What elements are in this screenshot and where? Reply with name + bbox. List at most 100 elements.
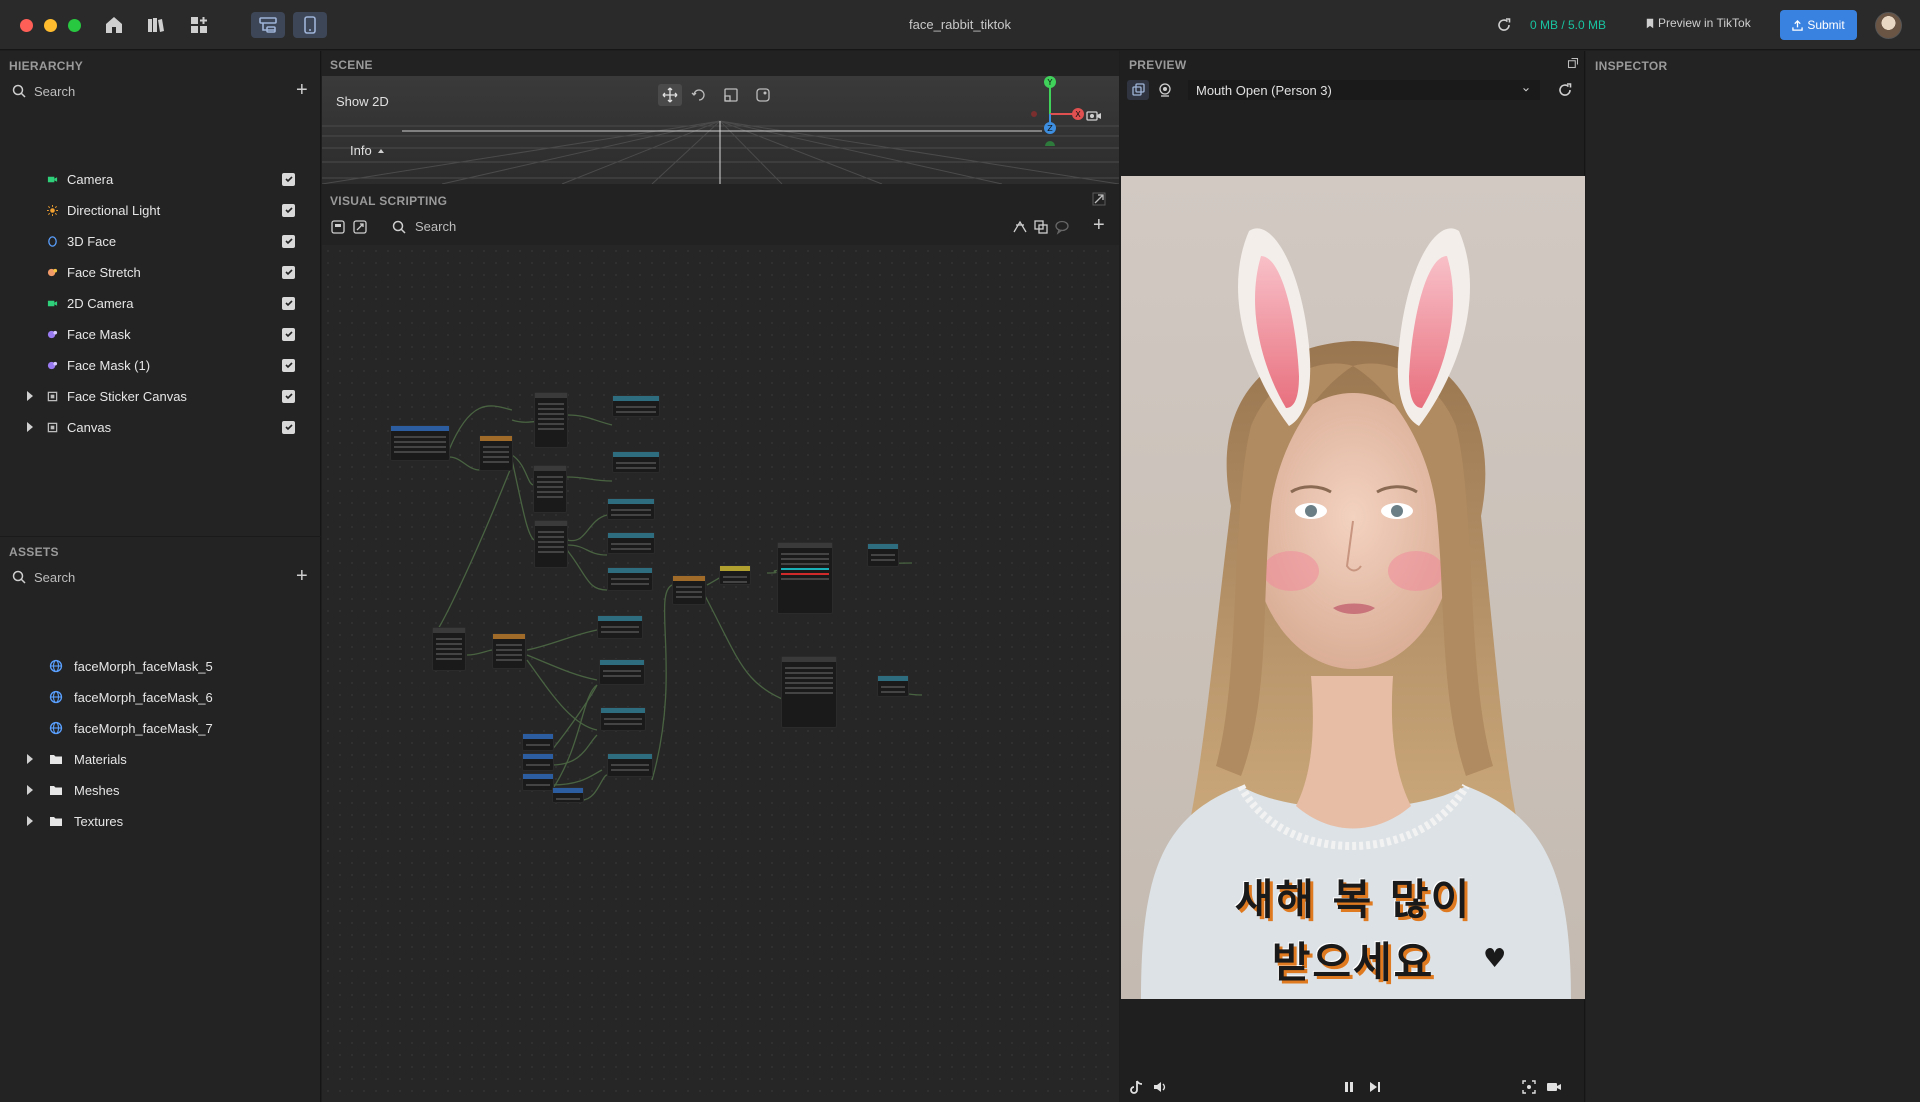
phone-preview-icon[interactable] [293, 12, 327, 38]
library-icon[interactable] [143, 13, 169, 37]
script-node[interactable] [867, 543, 899, 567]
script-node[interactable] [492, 633, 526, 669]
visual-scripting-search[interactable]: Search [392, 219, 456, 234]
script-node[interactable] [599, 659, 645, 685]
hierarchy-item[interactable]: 2D Camera [0, 292, 300, 314]
simulator-mode-icon[interactable] [1127, 80, 1149, 100]
visibility-checkbox[interactable] [282, 296, 295, 310]
submit-button[interactable]: Submit [1780, 10, 1857, 40]
add-widgets-icon[interactable] [186, 13, 212, 37]
rect-tool-icon[interactable] [752, 84, 774, 106]
frame-icon[interactable] [330, 219, 346, 235]
visibility-checkbox[interactable] [282, 358, 295, 372]
script-node[interactable] [534, 520, 568, 568]
visibility-checkbox[interactable] [282, 234, 295, 248]
asset-item[interactable]: Textures [0, 810, 300, 832]
hierarchy-item[interactable]: Face Mask [0, 323, 300, 345]
step-forward-icon[interactable] [1366, 1078, 1384, 1096]
hierarchy-item[interactable]: Canvas [0, 416, 300, 438]
preview-video[interactable]: 새해 복 많이 받으세요 ♥ [1121, 176, 1585, 999]
scene-camera-icon[interactable] [1084, 106, 1104, 126]
show-2d-toggle[interactable]: Show 2D [336, 94, 389, 109]
scale-tool-icon[interactable] [720, 84, 742, 106]
visibility-checkbox[interactable] [282, 172, 295, 186]
expand-caret-icon[interactable] [27, 785, 33, 795]
asset-item[interactable]: faceMorph_faceMask_5 [0, 655, 300, 677]
home-icon[interactable] [101, 13, 127, 37]
script-node[interactable] [522, 733, 554, 751]
script-node[interactable] [781, 656, 837, 728]
fit-view-icon[interactable] [352, 219, 368, 235]
layout-toggle-icon[interactable] [251, 12, 285, 38]
script-node[interactable] [479, 435, 513, 471]
tiktok-icon[interactable] [1127, 1078, 1145, 1096]
add-object-button[interactable]: + [296, 80, 308, 100]
visibility-checkbox[interactable] [282, 389, 295, 403]
auto-layout-icon[interactable] [1012, 219, 1028, 235]
script-node[interactable] [607, 498, 655, 520]
hierarchy-item[interactable]: Face Stretch [0, 261, 300, 283]
refresh-preview-icon[interactable] [1556, 81, 1574, 99]
move-tool-icon[interactable] [658, 84, 682, 106]
expand-caret-icon[interactable] [27, 754, 33, 764]
screenshot-icon[interactable] [1520, 1078, 1538, 1096]
axis-gizmo[interactable]: Y X Z [1012, 76, 1092, 146]
script-node[interactable] [607, 753, 653, 777]
minimize-window-button[interactable] [44, 19, 57, 32]
script-node[interactable] [522, 753, 554, 771]
script-node[interactable] [522, 773, 554, 791]
expand-panel-icon[interactable] [1091, 191, 1107, 207]
assets-search[interactable]: Search [12, 566, 312, 588]
script-node[interactable] [552, 787, 584, 803]
visibility-checkbox[interactable] [282, 265, 295, 279]
script-node[interactable] [877, 675, 909, 697]
hierarchy-item[interactable]: Face Sticker Canvas [0, 385, 300, 407]
script-node[interactable] [777, 542, 833, 614]
add-node-button[interactable]: + [1093, 215, 1105, 235]
script-node[interactable] [597, 615, 643, 639]
script-node[interactable] [607, 532, 655, 554]
script-node[interactable] [600, 707, 646, 731]
visibility-checkbox[interactable] [282, 327, 295, 341]
rotate-tool-icon[interactable] [688, 84, 710, 106]
script-node[interactable] [534, 392, 568, 448]
script-node[interactable] [612, 451, 660, 473]
info-toggle[interactable]: Info [350, 143, 384, 158]
webcam-icon[interactable] [1154, 80, 1176, 100]
script-node[interactable] [390, 425, 450, 461]
visibility-checkbox[interactable] [282, 420, 295, 434]
hierarchy-item[interactable]: 3D Face [0, 230, 300, 252]
record-video-icon[interactable] [1545, 1078, 1563, 1096]
scene-viewport[interactable]: Show 2D Info Y X Z [322, 76, 1119, 184]
script-node[interactable] [607, 567, 653, 591]
script-node[interactable] [672, 575, 706, 605]
trigger-select[interactable]: Mouth Open (Person 3) [1188, 80, 1540, 100]
asset-item[interactable]: faceMorph_faceMask_6 [0, 686, 300, 708]
popout-icon[interactable] [1567, 57, 1579, 69]
asset-item[interactable]: Materials [0, 748, 300, 770]
volume-icon[interactable] [1151, 1078, 1169, 1096]
group-icon[interactable] [1033, 219, 1049, 235]
visual-scripting-canvas[interactable] [322, 245, 1119, 1102]
script-node[interactable] [612, 395, 660, 417]
asset-item[interactable]: Meshes [0, 779, 300, 801]
hierarchy-item[interactable]: Directional Light [0, 199, 300, 221]
expand-caret-icon[interactable] [27, 391, 33, 401]
script-node[interactable] [533, 465, 567, 513]
expand-caret-icon[interactable] [27, 816, 33, 826]
script-node[interactable] [719, 565, 751, 585]
comment-icon[interactable] [1054, 219, 1070, 235]
visibility-checkbox[interactable] [282, 203, 295, 217]
script-node[interactable] [432, 627, 466, 671]
close-window-button[interactable] [20, 19, 33, 32]
hierarchy-search[interactable]: Search [12, 80, 312, 102]
preview-in-tiktok-button[interactable]: Preview in TikTok [1646, 16, 1751, 30]
refresh-icon[interactable] [1495, 16, 1513, 34]
maximize-window-button[interactable] [68, 19, 81, 32]
asset-item[interactable]: faceMorph_faceMask_7 [0, 717, 300, 739]
pause-icon[interactable] [1340, 1078, 1358, 1096]
avatar[interactable] [1875, 12, 1902, 39]
add-asset-button[interactable]: + [296, 566, 308, 586]
hierarchy-item[interactable]: Face Mask (1) [0, 354, 300, 376]
hierarchy-item[interactable]: Camera [0, 168, 300, 190]
